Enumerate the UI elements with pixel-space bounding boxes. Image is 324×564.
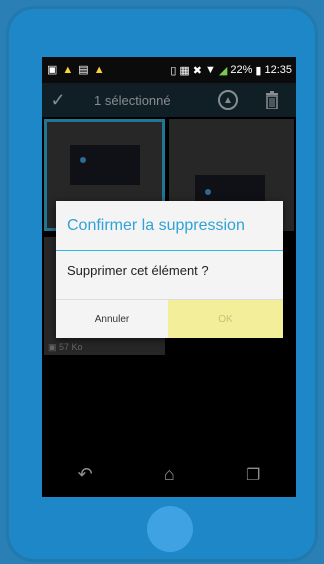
wifi-icon: ▼ xyxy=(205,64,216,76)
usb-icon: ▣ xyxy=(47,63,58,76)
status-right: ▯ ▦ ✖ ▼ ◢ 22% ▮ 12:35 xyxy=(170,64,296,77)
mute-icon: ✖ xyxy=(192,64,203,77)
dialog-divider xyxy=(56,250,283,251)
nfc-icon: ▦ xyxy=(179,64,190,77)
dialog-title: Confirmer la suppression xyxy=(67,217,245,234)
battery-icon: ▮ xyxy=(255,64,262,77)
vibrate-icon: ▯ xyxy=(170,64,177,77)
image-icon: ▤ xyxy=(78,63,89,76)
ok-button[interactable]: OK xyxy=(168,300,283,338)
hardware-home-button[interactable] xyxy=(147,506,193,552)
signal-icon: ◢ xyxy=(218,64,228,77)
confirm-delete-dialog: Confirmer la suppression Supprimer cet é… xyxy=(56,201,283,338)
cancel-button[interactable]: Annuler xyxy=(56,300,168,338)
clock: 12:35 xyxy=(264,64,292,76)
warning-icon: ▲ xyxy=(93,63,105,76)
status-bar: ▣ ▲ ▤ ▲ ▯ ▦ ✖ ▼ ◢ 22% ▮ 12:35 xyxy=(42,57,296,83)
dialog-message: Supprimer cet élément ? xyxy=(67,263,209,278)
warning-icon: ▲ xyxy=(62,63,74,76)
battery-percent: 22% xyxy=(230,64,253,76)
